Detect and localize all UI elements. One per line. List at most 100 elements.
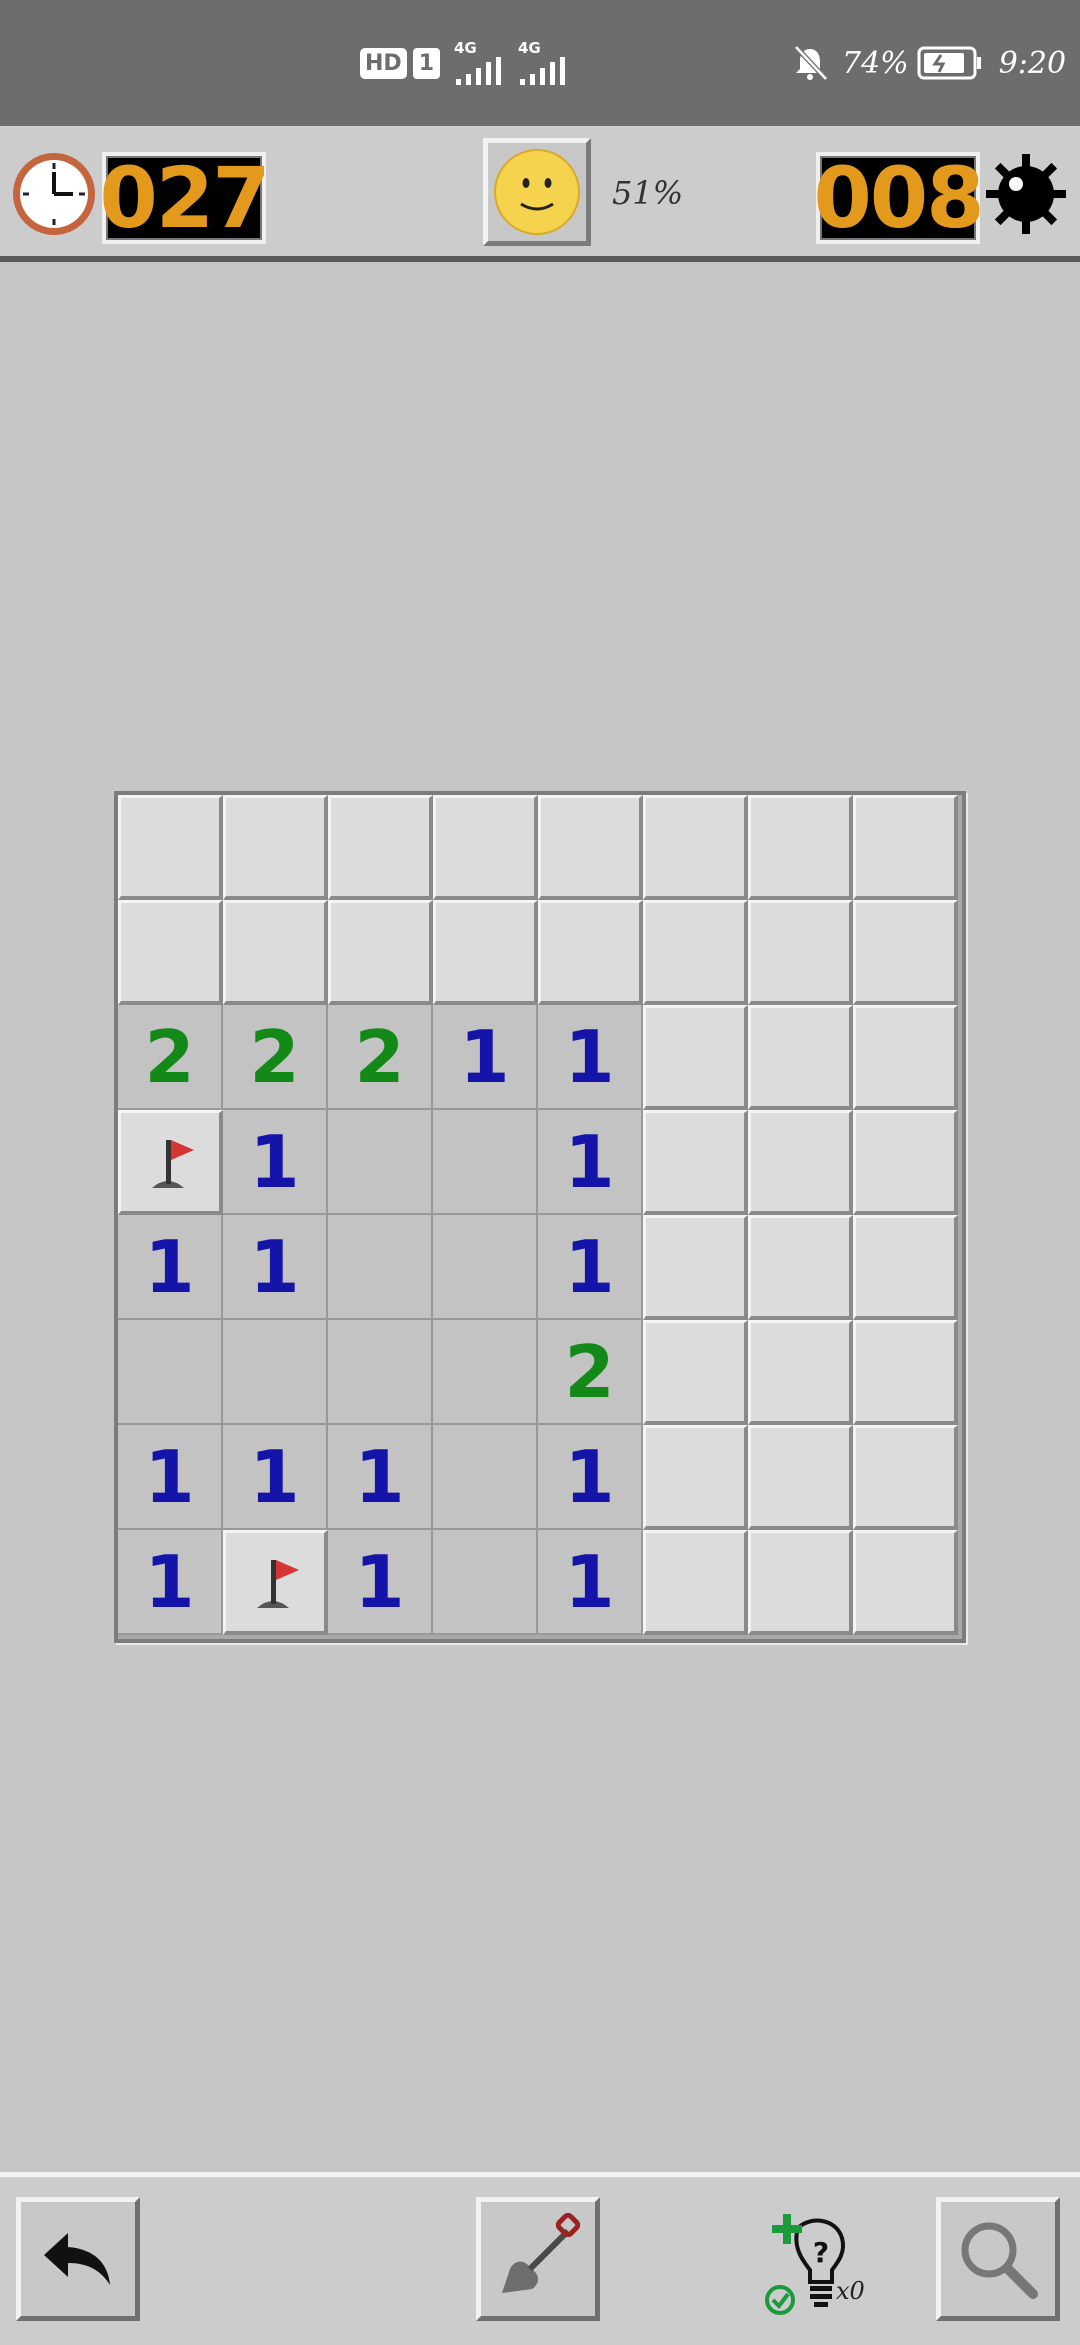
network-indicators: HD 1 4G 4G (360, 0, 572, 126)
network-type-2: 4G (518, 39, 541, 57)
covered-cell[interactable] (853, 1425, 958, 1530)
hd-badge: HD (360, 47, 407, 79)
sim-badge: 1 (412, 47, 440, 79)
covered-cell[interactable] (853, 1320, 958, 1425)
smiley-reset-button[interactable] (483, 138, 591, 246)
number-cell[interactable]: 1 (118, 1530, 223, 1635)
covered-cell[interactable] (643, 1425, 748, 1530)
empty-cell[interactable] (118, 1320, 223, 1425)
number-cell[interactable]: 1 (433, 1005, 538, 1110)
covered-cell[interactable] (223, 900, 328, 1005)
empty-cell[interactable] (433, 1320, 538, 1425)
svg-text:?: ? (813, 2236, 829, 2269)
covered-cell[interactable] (643, 795, 748, 900)
empty-cell[interactable] (433, 1425, 538, 1530)
undo-icon (44, 2233, 110, 2285)
magnifier-icon (961, 2222, 1038, 2299)
number-cell[interactable]: 1 (538, 1110, 643, 1215)
status-bar: HD 1 4G 4G 74% 9:20 (0, 0, 1080, 126)
number-cell[interactable]: 1 (538, 1530, 643, 1635)
number-cell[interactable]: 2 (328, 1005, 433, 1110)
empty-cell[interactable] (328, 1320, 433, 1425)
progress-percent: 51% (612, 174, 684, 212)
signal-1: 4G (454, 39, 508, 87)
number-cell[interactable]: 2 (538, 1320, 643, 1425)
covered-cell[interactable] (433, 795, 538, 900)
number-cell[interactable]: 1 (118, 1425, 223, 1530)
hint-count: x0 (836, 2277, 865, 2305)
timer-clock-icon (13, 153, 95, 235)
covered-cell[interactable] (643, 1530, 748, 1635)
number-cell[interactable]: 1 (328, 1530, 433, 1635)
zoom-button[interactable] (936, 2197, 1060, 2321)
covered-cell[interactable] (748, 795, 853, 900)
covered-cell[interactable] (853, 1530, 958, 1635)
flag-icon (152, 1140, 194, 1188)
shovel-icon (502, 2212, 581, 2293)
empty-cell[interactable] (328, 1215, 433, 1320)
covered-cell[interactable] (853, 795, 958, 900)
covered-cell[interactable] (748, 900, 853, 1005)
timer-display: 027 (99, 149, 271, 247)
network-type-1: 4G (454, 39, 477, 57)
number-cell[interactable]: 1 (118, 1215, 223, 1320)
flag-icon (257, 1560, 299, 1608)
hint-lightbulb-icon: ? (765, 2214, 845, 2315)
covered-cell[interactable] (538, 900, 643, 1005)
covered-cell[interactable] (748, 1425, 853, 1530)
signal-icon (456, 57, 501, 85)
covered-cell[interactable] (643, 1005, 748, 1110)
covered-cell[interactable] (643, 1320, 748, 1425)
covered-cell[interactable] (748, 1110, 853, 1215)
hint-button[interactable]: ? (760, 2212, 870, 2322)
empty-cell[interactable] (328, 1110, 433, 1215)
number-cell[interactable]: 1 (538, 1005, 643, 1110)
empty-cell[interactable] (433, 1530, 538, 1635)
covered-cell[interactable] (748, 1320, 853, 1425)
mute-bell-icon (794, 45, 828, 81)
status-right: 74% 9:20 (790, 0, 1066, 126)
battery-percent: 74% (842, 45, 909, 81)
number-cell[interactable]: 1 (538, 1215, 643, 1320)
flagged-cell[interactable] (223, 1530, 328, 1635)
empty-cell[interactable] (433, 1110, 538, 1215)
covered-cell[interactable] (853, 1110, 958, 1215)
empty-cell[interactable] (223, 1320, 328, 1425)
covered-cell[interactable] (853, 1005, 958, 1110)
covered-cell[interactable] (643, 900, 748, 1005)
covered-cell[interactable] (538, 795, 643, 900)
covered-cell[interactable] (328, 900, 433, 1005)
covered-cell[interactable] (643, 1215, 748, 1320)
covered-cell[interactable] (328, 795, 433, 900)
number-cell[interactable]: 1 (538, 1425, 643, 1530)
number-cell[interactable]: 2 (118, 1005, 223, 1110)
number-cell[interactable]: 1 (223, 1425, 328, 1530)
signal-icon (520, 57, 565, 85)
covered-cell[interactable] (748, 1005, 853, 1110)
mine-icon (986, 154, 1066, 234)
battery-icon (917, 46, 981, 80)
covered-cell[interactable] (433, 900, 538, 1005)
covered-cell[interactable] (853, 1215, 958, 1320)
covered-cell[interactable] (118, 900, 223, 1005)
minefield-grid: 222111111121111111 (114, 791, 966, 1643)
covered-cell[interactable] (748, 1530, 853, 1635)
empty-cell[interactable] (433, 1215, 538, 1320)
undo-button[interactable] (16, 2197, 140, 2321)
covered-cell[interactable] (748, 1215, 853, 1320)
flagged-cell[interactable] (118, 1110, 223, 1215)
smiley-face-icon (494, 149, 580, 235)
covered-cell[interactable] (118, 795, 223, 900)
number-cell[interactable]: 2 (223, 1005, 328, 1110)
dig-mode-button[interactable] (476, 2197, 600, 2321)
number-cell[interactable]: 1 (328, 1425, 433, 1530)
covered-cell[interactable] (643, 1110, 748, 1215)
covered-cell[interactable] (853, 900, 958, 1005)
signal-2: 4G (518, 39, 572, 87)
covered-cell[interactable] (223, 795, 328, 900)
bottom-toolbar: ? x0 (0, 2172, 1080, 2345)
mines-remaining-display: 008 (813, 149, 985, 247)
number-cell[interactable]: 1 (223, 1110, 328, 1215)
game-header: 027 51% 008 (0, 126, 1080, 262)
number-cell[interactable]: 1 (223, 1215, 328, 1320)
